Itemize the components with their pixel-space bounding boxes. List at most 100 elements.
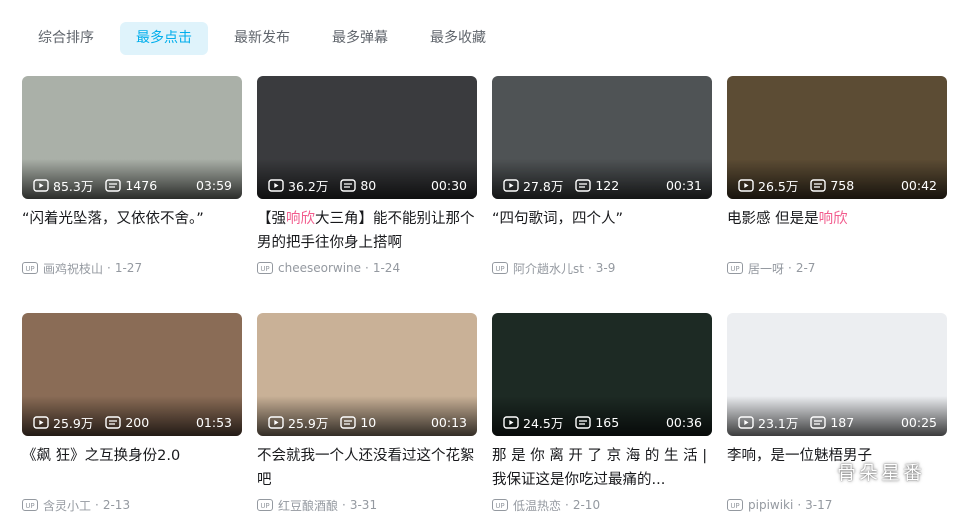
meta-separator: · (788, 261, 792, 275)
publish-date: 1-27 (114, 261, 143, 275)
play-count-value: 36.2万 (288, 178, 329, 194)
video-meta[interactable]: UP pipiwiki · 3-17 (727, 496, 947, 514)
sort-tabs: 综合排序 最多点击 最新发布 最多弹幕 最多收藏 (22, 22, 512, 55)
author-name: 红豆酿酒酿 (278, 498, 339, 513)
video-card[interactable]: 那 离 24.5万 165 00:36 那 是 你 离 开 了 京 海 的 生 … (492, 313, 712, 514)
author-name: 画鸡祝枝山 (43, 261, 104, 276)
danmaku-icon (810, 178, 827, 192)
danmaku-count-value: 758 (830, 177, 855, 193)
video-meta[interactable]: UP 含灵小工 · 2-13 (22, 496, 242, 514)
video-meta[interactable]: UP 红豆酿酒酿 · 3-31 (257, 496, 477, 514)
video-title[interactable]: 【强响欣大三角】能不能别让那个男的把手往你身上搭啊 (257, 207, 477, 255)
video-stats: 36.2万 80 00:30 (268, 176, 467, 194)
video-thumbnail[interactable]: 36.2万 80 00:30 (257, 76, 477, 199)
video-thumbnail[interactable]: ~ ~ ~ ~ ~ 85.3万 1476 03:59 (22, 76, 242, 199)
video-title[interactable]: 那 是 你 离 开 了 京 海 的 生 活 | 我保证这是你吃过最痛的... (492, 444, 712, 492)
video-meta[interactable]: UP 居一呀 · 2-7 (727, 259, 947, 277)
danmaku-count: 200 (105, 415, 149, 430)
watermark-text: 骨朵星番 (837, 462, 926, 484)
video-card[interactable]: ~ ~ ~ ~ ~ 85.3万 1476 03:59 “闪着光坠落，又依依不舍。… (22, 76, 242, 277)
danmaku-icon (575, 415, 592, 429)
publish-date: 3-9 (595, 261, 616, 275)
play-count: 85.3万 (33, 176, 93, 195)
danmaku-icon (575, 178, 592, 192)
play-count-icon (268, 415, 284, 429)
danmaku-count: 1476 (105, 178, 157, 193)
author-name: cheeseorwine (278, 261, 362, 275)
danmaku-icon (105, 415, 122, 429)
danmaku-count: 80 (340, 178, 376, 193)
danmaku-count: 187 (810, 415, 854, 430)
video-thumbnail[interactable]: 25.9万 200 01:53 (22, 313, 242, 436)
play-count-icon (738, 178, 754, 192)
video-card[interactable]: 25.9万 200 01:53 《飙 狂》之互换身份2.0 UP 含灵小工 · … (22, 313, 242, 514)
video-meta[interactable]: UP 阿介趟水儿st · 3-9 (492, 259, 712, 277)
video-card[interactable]: 36.2万 80 00:30 【强响欣大三角】能不能别让那个男的把手往你身上搭啊… (257, 76, 477, 277)
video-card[interactable]: 电 影 26.5万 758 00:42 电影感 但是是响欣 UP 居一呀 · 2… (727, 76, 947, 277)
author-name: 居一呀 (748, 261, 785, 276)
danmaku-count-value: 1476 (125, 177, 158, 193)
play-count-icon (738, 415, 754, 429)
publish-date: 2-7 (795, 261, 816, 275)
title-segment: 不会就我一个人还没看过这个花絮吧 (257, 448, 475, 488)
author-name: 阿介趟水儿st (513, 261, 584, 276)
title-segment: 电影感 但是是 (727, 211, 819, 227)
play-count-icon (503, 415, 519, 429)
tab-4[interactable]: 最多弹幕 (316, 22, 404, 55)
video-meta[interactable]: UP 低温热恋 · 2-10 (492, 496, 712, 514)
play-count: 23.1万 (738, 413, 798, 432)
tab-2[interactable]: 最多点击 (120, 22, 208, 55)
publish-date: 3-31 (349, 498, 378, 512)
video-title[interactable]: 不会就我一个人还没看过这个花絮吧 (257, 444, 477, 492)
title-segment: 【强 (257, 211, 286, 227)
play-count-value: 26.5万 (758, 178, 799, 194)
up-badge-icon: UP (727, 262, 743, 274)
video-duration: 01:53 (195, 414, 232, 430)
play-count-icon (503, 178, 519, 192)
title-highlight: 响欣 (286, 211, 315, 227)
play-count-icon (33, 415, 49, 429)
meta-separator: · (365, 261, 369, 275)
play-count-value: 24.5万 (523, 415, 564, 431)
video-card[interactable]: 电 视 剧 25.9万 10 00:13 不会就我一个人还没看过这个花絮吧 UP… (257, 313, 477, 514)
play-count-value: 27.8万 (523, 178, 564, 194)
title-segment: “四句歌词，四个人” (492, 211, 624, 227)
danmaku-icon (105, 178, 122, 192)
video-stats: 27.8万 122 00:31 (503, 176, 702, 194)
video-title[interactable]: 《飙 狂》之互换身份2.0 (22, 444, 242, 492)
video-duration: 00:31 (665, 177, 702, 193)
video-meta[interactable]: UP 画鸡祝枝山 · 1-27 (22, 259, 242, 277)
play-count-value: 25.9万 (288, 415, 329, 431)
danmaku-count-value: 80 (360, 177, 377, 193)
author-name: 低温热恋 (513, 498, 562, 513)
video-card[interactable]: 27.8万 122 00:31 “四句歌词，四个人” UP 阿介趟水儿st · … (492, 76, 712, 277)
danmaku-count-value: 165 (595, 414, 620, 430)
danmaku-count-value: 10 (360, 414, 377, 430)
danmaku-count: 10 (340, 415, 376, 430)
video-thumbnail[interactable]: 那 离 24.5万 165 00:36 (492, 313, 712, 436)
danmaku-count: 122 (575, 178, 619, 193)
video-duration: 00:25 (900, 414, 937, 430)
publish-date: 3-17 (805, 498, 833, 512)
video-title[interactable]: 电影感 但是是响欣 (727, 207, 947, 255)
video-thumbnail[interactable]: 27.8万 122 00:31 (492, 76, 712, 199)
tab-1[interactable]: 综合排序 (22, 22, 110, 55)
video-duration: 00:36 (665, 414, 702, 430)
publish-date: 2-10 (572, 498, 601, 512)
video-title[interactable]: “四句歌词，四个人” (492, 207, 712, 255)
play-count-value: 23.1万 (758, 415, 799, 431)
tab-3[interactable]: 最新发布 (218, 22, 306, 55)
video-thumbnail[interactable]: 23.1万 187 00:25 (727, 313, 947, 436)
video-thumbnail[interactable]: 电 影 26.5万 758 00:42 (727, 76, 947, 199)
meta-separator: · (342, 498, 346, 512)
meta-separator: · (565, 498, 569, 512)
danmaku-icon (340, 415, 357, 429)
video-meta[interactable]: UP cheeseorwine · 1-24 (257, 259, 477, 277)
video-thumbnail[interactable]: 电 视 剧 25.9万 10 00:13 (257, 313, 477, 436)
video-title[interactable]: “闪着光坠落，又依依不舍。” (22, 207, 242, 255)
publish-date: 2-13 (102, 498, 131, 512)
play-count-value: 25.9万 (53, 415, 94, 431)
tab-5[interactable]: 最多收藏 (414, 22, 502, 55)
danmaku-count: 758 (810, 178, 854, 193)
video-stats: 24.5万 165 00:36 (503, 413, 702, 431)
